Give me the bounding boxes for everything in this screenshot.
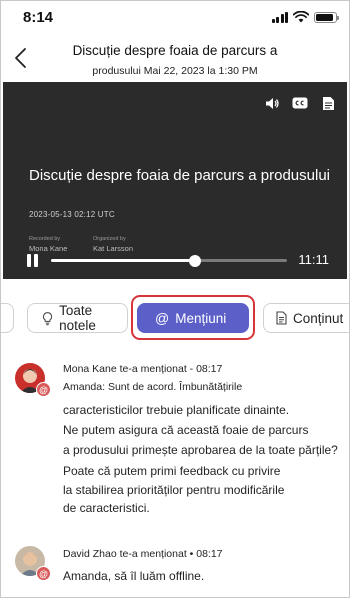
mention-line: caracteristicilor trebuie planificate di… (63, 403, 290, 417)
mention-line: de caracteristici. (63, 501, 150, 515)
mention-meta: Mona Kane te-a menționat - 08:17 (63, 363, 223, 375)
video-controls (261, 94, 339, 112)
mention-line: a produsului primește aprobarea de la to… (63, 443, 338, 457)
mention-meta: David Zhao te-a menționat • 08:17 (63, 548, 223, 560)
signal-icon (271, 11, 288, 23)
meeting-title: Discuție despre foaia de parcurs a (72, 43, 278, 58)
video-player[interactable]: Discuție despre foaia de parcurs a produ… (3, 82, 347, 279)
filter-all-notes[interactable]: Toate notele (27, 303, 128, 333)
mention-line: Amanda, să îl luăm offline. (63, 569, 205, 583)
video-duration: 11:11 (298, 252, 329, 267)
battery-icon (314, 11, 339, 23)
captions-icon[interactable] (289, 94, 311, 112)
organized-by-label: Organized by (93, 236, 126, 242)
filter-mentions-label: Mențiuni (175, 310, 227, 326)
organized-by-name: Kat Larsson (93, 244, 134, 253)
lightbulb-icon (43, 311, 53, 325)
mention-line: Poate că putem primi feedback cu privire (63, 464, 281, 478)
status-bar: 8:14 (1, 1, 349, 35)
meeting-subtitle: produsului Mai 22, 2023 la 1:30 PM (92, 65, 258, 77)
seek-bar-progress (51, 259, 195, 262)
mention-line: Ne putem asigura că această foaie de par… (63, 423, 309, 437)
status-icons (271, 11, 339, 23)
mention-line: Amanda: Sunt de acord. Îmbunătățirile (63, 381, 243, 393)
meeting-header: Discuție despre foaia de parcurs a produ… (1, 37, 349, 81)
document-icon (276, 311, 287, 325)
recorded-by-label: Recorded by (29, 236, 61, 242)
seek-bar[interactable] (51, 254, 287, 267)
mention-badge-icon: @ (36, 566, 51, 581)
mention-item[interactable]: @ David Zhao te-a menționat • 08:17 Aman… (1, 536, 349, 596)
seek-bar-handle[interactable] (188, 254, 201, 267)
back-arrow-icon[interactable] (11, 43, 31, 73)
transcript-icon[interactable] (317, 94, 339, 112)
volume-icon[interactable] (261, 94, 283, 112)
app-window: 8:14 Discuție despre foaia de parcurs a … (0, 0, 350, 598)
filter-mentions[interactable]: @ Mențiuni (137, 303, 249, 333)
at-icon: @ (155, 310, 170, 326)
mention-item[interactable]: @ Mona Kane te-a menționat - 08:17 Amand… (1, 351, 349, 526)
pause-icon[interactable] (27, 252, 43, 268)
filter-chip-partial[interactable] (1, 303, 14, 333)
mention-badge-icon: @ (36, 382, 51, 397)
wifi-icon (293, 11, 309, 23)
filter-all-notes-label: Toate notele (59, 303, 96, 333)
filter-content-label: Conținut (293, 310, 344, 326)
filter-bar: Toate notele @ Mențiuni Conținut (1, 291, 349, 343)
video-date: 2023-05-13 02:12 UTC (29, 210, 115, 219)
status-time: 8:14 (23, 9, 54, 26)
video-title: Discuție despre foaia de parcurs a produ… (29, 167, 331, 184)
filter-content[interactable]: Conținut (263, 303, 349, 333)
mention-line: la stabilirea priorităților pentru modif… (63, 483, 285, 497)
